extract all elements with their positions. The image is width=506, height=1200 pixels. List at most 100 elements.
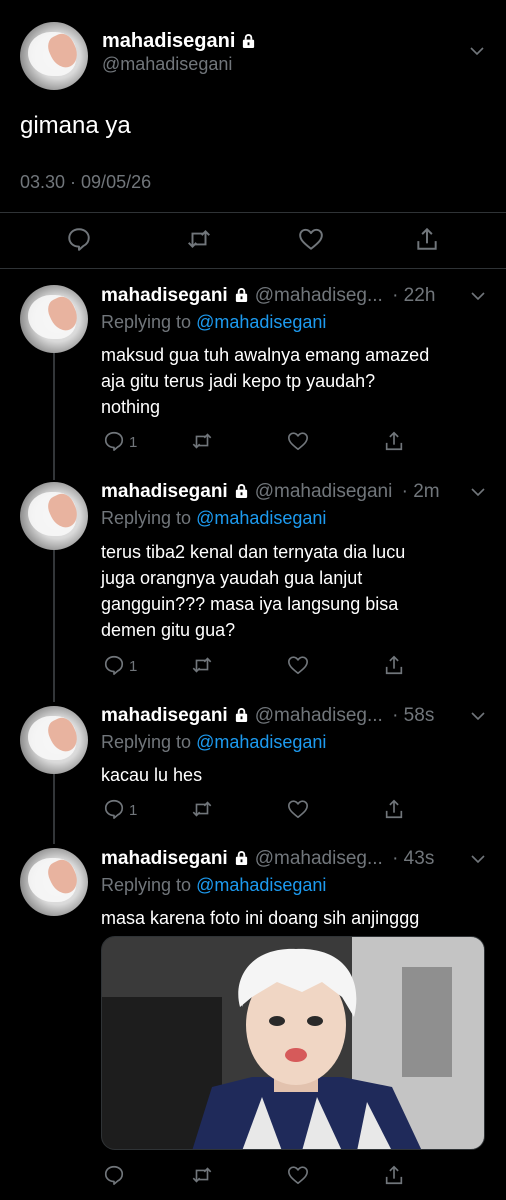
- reply-header: mahadisegani @mahadiseg... · 43s: [101, 848, 434, 870]
- share-button[interactable]: [383, 798, 405, 820]
- chevron-down-icon[interactable]: [469, 287, 487, 305]
- avatar[interactable]: [20, 22, 88, 90]
- lock-icon: [234, 707, 249, 722]
- chevron-down-icon[interactable]: [469, 707, 487, 725]
- reply-text-line: terus tiba2 kenal dan ternyata dia lucu: [101, 542, 406, 562]
- reply-text-line: nothing: [101, 397, 161, 417]
- tweet-timestamp[interactable]: 03.30 · 09/05/26: [20, 172, 151, 193]
- retweet-icon: [191, 654, 213, 676]
- heart-icon: [298, 226, 324, 252]
- reply-age: · 2m: [401, 481, 440, 502]
- reply-count: 1: [129, 802, 138, 819]
- reply-button[interactable]: [66, 226, 92, 252]
- replying-to-mention[interactable]: @mahadisegani: [196, 875, 326, 895]
- thread-line: [53, 772, 55, 844]
- replying-to: Replying to @mahadisegani: [101, 875, 326, 896]
- reply-icon: [103, 798, 125, 820]
- retweet-icon: [191, 798, 213, 820]
- retweet-icon: [191, 1164, 213, 1186]
- divider: [0, 268, 506, 269]
- avatar[interactable]: [20, 706, 88, 774]
- chevron-down-icon[interactable]: [468, 42, 486, 60]
- attached-photo[interactable]: [101, 936, 485, 1150]
- photo-illustration: [102, 937, 484, 1149]
- reply-text-line: aja gitu terus jadi kepo tp yaudah?: [101, 371, 376, 391]
- replying-to: Replying to @mahadisegani: [101, 732, 326, 753]
- lock-icon: [234, 483, 249, 498]
- reply-header: mahadisegani @mahadiseg... · 22h: [101, 285, 435, 307]
- reply-button[interactable]: [103, 654, 125, 676]
- reply-text-line: kacau lu hes: [101, 765, 203, 785]
- reply-text-line: juga orangnya yaudah gua lanjut: [101, 568, 363, 588]
- like-button[interactable]: [298, 226, 324, 252]
- replying-to-prefix: Replying to: [101, 875, 192, 895]
- reply-icon: [66, 226, 92, 252]
- lock-icon: [234, 287, 249, 302]
- like-button[interactable]: [287, 1164, 309, 1186]
- replying-to-mention[interactable]: @mahadisegani: [196, 312, 326, 332]
- share-icon: [383, 430, 405, 452]
- reply-author-handle[interactable]: @mahadiseg...: [255, 848, 383, 869]
- reply-author-name[interactable]: mahadisegani: [101, 848, 228, 869]
- author-name-label: mahadisegani: [102, 30, 236, 52]
- replying-to-mention[interactable]: @mahadisegani: [196, 508, 326, 528]
- reply-header: mahadisegani @mahadiseg... · 58s: [101, 705, 434, 727]
- reply-text-line: maksud gua tuh awalnya emang amazed: [101, 345, 430, 365]
- retweet-button[interactable]: [191, 654, 213, 676]
- avatar[interactable]: [20, 848, 88, 916]
- reply-text-line: gangguin??? masa iya langsung bisa: [101, 594, 399, 614]
- share-button[interactable]: [414, 226, 440, 252]
- avatar[interactable]: [20, 482, 88, 550]
- author-handle[interactable]: @mahadisegani: [102, 54, 232, 75]
- reply-icon: [103, 1164, 125, 1186]
- share-icon: [383, 1164, 405, 1186]
- chevron-down-icon[interactable]: [469, 850, 487, 868]
- reply-author-name[interactable]: mahadisegani: [101, 481, 228, 502]
- retweet-button[interactable]: [186, 226, 212, 252]
- reply-button[interactable]: [103, 798, 125, 820]
- like-button[interactable]: [287, 654, 309, 676]
- share-icon: [414, 226, 440, 252]
- chevron-down-icon[interactable]: [469, 483, 487, 501]
- retweet-button[interactable]: [191, 798, 213, 820]
- like-button[interactable]: [287, 798, 309, 820]
- heart-icon: [287, 654, 309, 676]
- heart-icon: [287, 430, 309, 452]
- reply-text-line: demen gitu gua?: [101, 620, 236, 640]
- replying-to-prefix: Replying to: [101, 732, 192, 752]
- reply-author-handle[interactable]: @mahadiseg...: [255, 285, 383, 306]
- heart-icon: [287, 798, 309, 820]
- reply-button[interactable]: [103, 1164, 125, 1186]
- author-name[interactable]: mahadisegani: [102, 30, 256, 53]
- reply-text: masa karena foto ini doang sih anjinggg: [101, 905, 491, 931]
- lock-icon: [241, 33, 256, 48]
- reply-author-handle[interactable]: @mahadisegani: [255, 481, 393, 502]
- reply-icon: [103, 654, 125, 676]
- thread-line: [53, 546, 55, 702]
- like-button[interactable]: [287, 430, 309, 452]
- share-button[interactable]: [383, 430, 405, 452]
- reply-header: mahadisegani @mahadisegani · 2m: [101, 481, 440, 503]
- replying-to-prefix: Replying to: [101, 312, 192, 332]
- reply-author-name[interactable]: mahadisegani: [101, 705, 228, 726]
- reply-author-handle[interactable]: @mahadiseg...: [255, 705, 383, 726]
- reply-age: · 43s: [392, 848, 435, 869]
- avatar[interactable]: [20, 285, 88, 353]
- retweet-icon: [191, 430, 213, 452]
- replying-to-prefix: Replying to: [101, 508, 192, 528]
- reply-author-name[interactable]: mahadisegani: [101, 285, 228, 306]
- share-button[interactable]: [383, 654, 405, 676]
- replying-to-mention[interactable]: @mahadisegani: [196, 732, 326, 752]
- reply-count: 1: [129, 434, 138, 451]
- reply-age: · 58s: [392, 705, 435, 726]
- reply-button[interactable]: [103, 430, 125, 452]
- share-button[interactable]: [383, 1164, 405, 1186]
- reply-age: · 22h: [392, 285, 436, 306]
- retweet-button[interactable]: [191, 1164, 213, 1186]
- replying-to: Replying to @mahadisegani: [101, 508, 326, 529]
- divider: [0, 212, 506, 213]
- retweet-button[interactable]: [191, 430, 213, 452]
- reply-text-line: masa karena foto ini doang sih anjinggg: [101, 908, 420, 928]
- reply-text: kacau lu hes: [101, 762, 491, 788]
- tweet-text: gimana ya: [20, 112, 131, 139]
